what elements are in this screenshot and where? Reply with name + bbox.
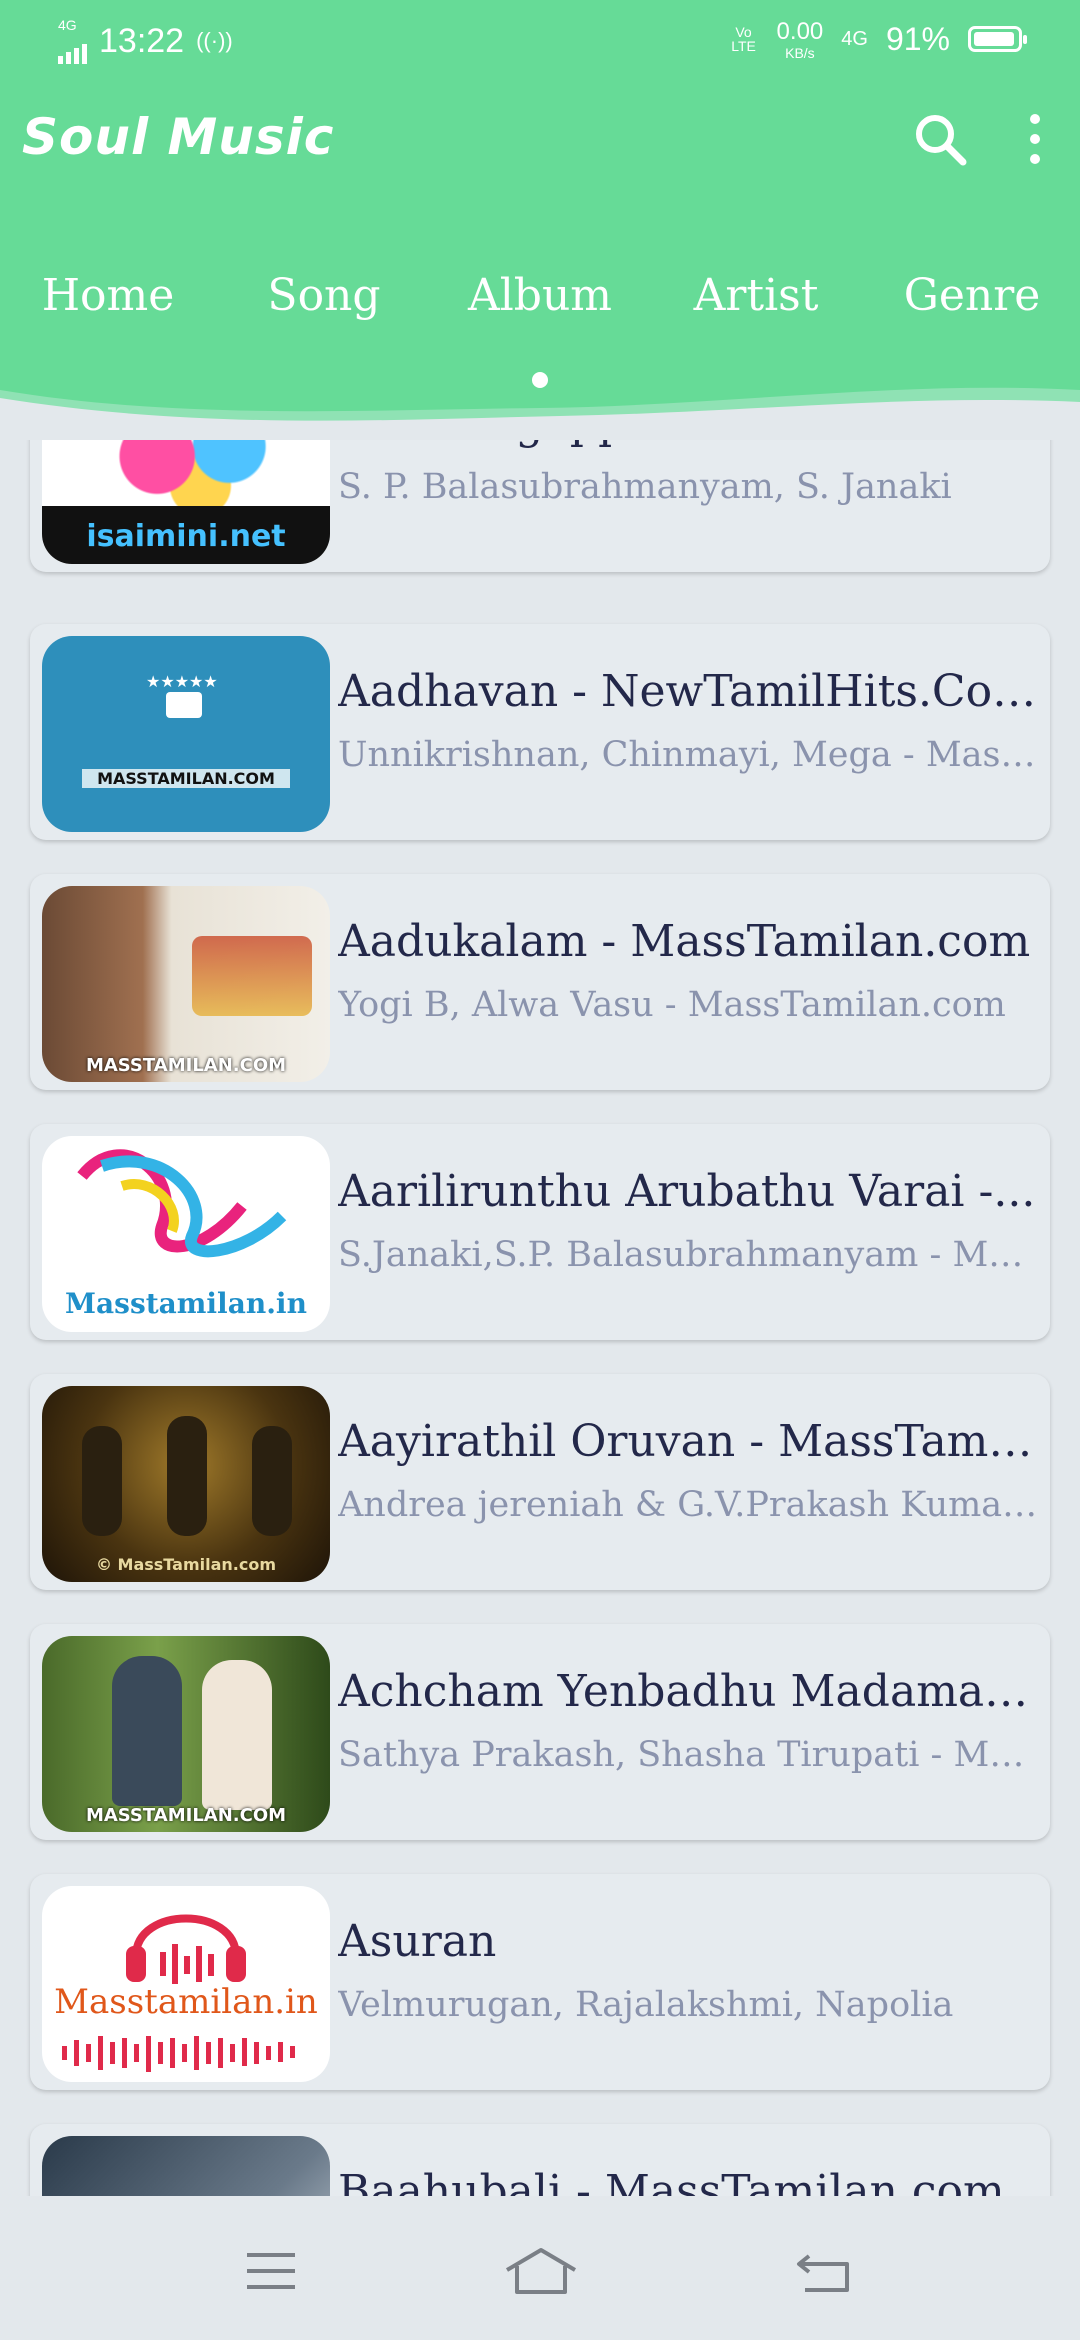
search-button[interactable] [905,104,975,174]
network-speed: 0.00 [776,18,824,45]
search-icon [916,115,967,166]
album-artists: Sathya Prakash, Shasha Tirupati - Mass..… [338,1735,1042,1775]
tab-bar: Home Song Album Artist Genre [0,270,1080,340]
tab-album[interactable]: Album [432,270,648,340]
tab-home[interactable]: Home [0,270,216,340]
app-header: 4G 13:22 ((·)) Vo LTE 0.00 KB/s 4G 91% S… [0,0,1080,440]
menu-icon [247,2253,295,2289]
album-art: ★★★★★ MASSTAMILAN.COM [42,636,330,832]
list-item[interactable]: MASSTAMILAN.COM Achcham Yenbadhu Madamai… [30,1624,1050,1840]
status-time: 13:22 [99,21,185,60]
album-art: Masstamilan.in [42,1886,330,2082]
album-art: MASSTAMILAN.COM [42,1636,330,1832]
list-item[interactable]: ★★★★★ MASSTAMILAN.COM Aadhavan - NewTami… [30,624,1050,840]
home-button[interactable] [496,2236,586,2306]
network-type-right: 4G [841,27,868,50]
masstamilan-logo-icon [77,1149,287,1258]
album-artists: S.Janaki,S.P. Balasubrahmanyam - Mass... [338,1235,1042,1275]
album-art [42,2136,330,2196]
system-nav-bar [0,2196,1080,2340]
network-speed-unit: KB/s [785,45,815,61]
album-title: Aadhavan - NewTamilHits.Com™... [338,666,1042,717]
album-title: Achcham Yenbadhu Madamaiya... [338,1666,1042,1717]
list-item[interactable]: © MassTamilan.com Aayirathil Oruvan - Ma… [30,1374,1050,1590]
list-item[interactable]: Masstamilan.in Aarilirunthu Arubathu Var… [30,1124,1050,1340]
album-artists: Andrea jereniah & G.V.Prakash Kumar -... [338,1485,1042,1525]
album-title: Aarilirunthu Arubathu Varai -... [338,1166,1036,1217]
menu-button[interactable] [226,2236,316,2306]
album-art: MASSTAMILAN.COM [42,886,330,1082]
album-art: isaimini.net [42,440,330,564]
megaphone-icon [166,692,202,718]
album-title: Asuran [338,1916,497,1967]
album-artists: Yogi B, Alwa Vasu - MassTamilan.com [338,985,1006,1025]
more-options-button[interactable] [1000,104,1070,174]
album-artists: Unnikrishnan, Chinmayi, Mega - Mass... [338,735,1042,775]
more-vert-icon [1030,114,1040,164]
list-item[interactable]: Baahubali - MassTamilan.com [30,2124,1050,2196]
app-bar: Soul Music [0,96,1080,186]
album-title: Aadukalam - MassTamilan.com [338,916,1031,967]
album-artists: S. P. Balasubrahmanyam, S. Janaki [338,467,952,507]
app-title: Soul Music [22,108,335,166]
signal-icon [58,32,87,64]
list-item[interactable]: Masstamilan.in Asuran Velmurugan, Rajala… [30,1874,1050,2090]
network-type: 4G [58,17,77,33]
back-button[interactable] [780,2236,870,2306]
list-item[interactable]: MASSTAMILAN.COM Aadukalam - MassTamilan.… [30,874,1050,1090]
hotspot-icon: ((·)) [196,28,233,53]
album-title: Naan Sigappu Manithan [338,440,1042,449]
tab-genre[interactable]: Genre [864,270,1080,340]
battery-icon [968,26,1027,52]
volte-label: Vo LTE [731,24,756,54]
album-title: Baahubali - MassTamilan.com [338,2166,1005,2196]
battery-percent: 91% [885,20,950,57]
status-bar: 4G 13:22 ((·)) Vo LTE 0.00 KB/s 4G 91% [0,0,1080,84]
back-icon [797,2254,849,2292]
album-list[interactable]: isaimini.net Naan Sigappu Manithan S. P.… [0,440,1080,2196]
album-artists: Velmurugan, Rajalakshmi, Napolia [338,1985,954,2025]
tab-artist[interactable]: Artist [648,270,864,340]
album-title: Aayirathil Oruvan - MassTamila... [338,1416,1042,1467]
album-art: © MassTamilan.com [42,1386,330,1582]
home-icon [505,2248,577,2294]
tab-song[interactable]: Song [216,270,432,340]
list-item[interactable]: isaimini.net Naan Sigappu Manithan S. P.… [30,440,1050,572]
header-wave [0,387,1080,440]
album-art: Masstamilan.in [42,1136,330,1332]
